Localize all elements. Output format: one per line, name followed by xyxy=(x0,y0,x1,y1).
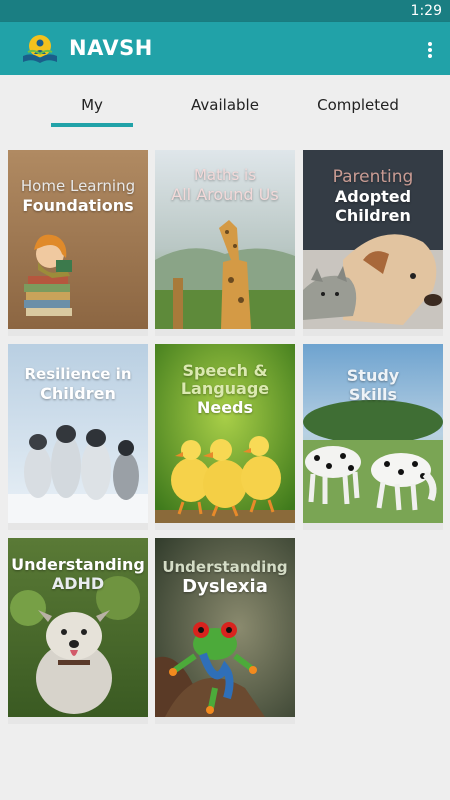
course-card-dyslexia[interactable]: Understanding Dyslexia xyxy=(155,538,295,724)
course-tabs: My courses Available Completed xyxy=(0,75,450,174)
course-card-home-learning[interactable]: Home Learning Foundations xyxy=(8,150,148,336)
more-vert-icon xyxy=(428,42,432,46)
course-card-adhd[interactable]: Understanding ADHD xyxy=(8,538,148,724)
tab-completed[interactable]: Completed xyxy=(314,75,402,129)
course-card-parenting[interactable]: Parenting Adopted Children xyxy=(303,150,443,336)
app-title: NAVSH xyxy=(69,36,153,60)
tab-label: Completed xyxy=(317,96,399,114)
course-card-resilience[interactable]: Resilience in Children xyxy=(8,344,148,530)
course-title: Home Learning Foundations xyxy=(20,177,136,215)
app-bar: NAVSH xyxy=(0,22,450,75)
course-title: Study Skills xyxy=(346,366,400,404)
more-options-button[interactable] xyxy=(420,34,440,64)
tab-label: Available xyxy=(191,96,259,114)
course-title: Parenting Adopted Children xyxy=(332,167,414,226)
tab-available[interactable]: Available xyxy=(185,75,265,129)
course-title: Understanding ADHD xyxy=(11,555,145,593)
course-card-study-skills[interactable]: Study Skills xyxy=(303,344,443,530)
course-grid: Home Learning Foundations Maths is All A… xyxy=(0,150,450,800)
status-bar: 1:29 xyxy=(0,0,450,22)
course-title: Speech & Language Needs xyxy=(180,361,270,418)
course-title: Maths is All Around Us xyxy=(171,166,279,204)
course-card-maths[interactable]: Maths is All Around Us xyxy=(155,150,295,336)
tab-my-courses[interactable]: My courses xyxy=(51,75,133,174)
course-card-speech-language[interactable]: Speech & Language Needs xyxy=(155,344,295,530)
course-title: Resilience in Children xyxy=(24,365,132,403)
course-title: Understanding Dyslexia xyxy=(162,558,288,597)
status-time: 1:29 xyxy=(410,3,442,19)
navsh-logo-icon xyxy=(23,35,57,63)
